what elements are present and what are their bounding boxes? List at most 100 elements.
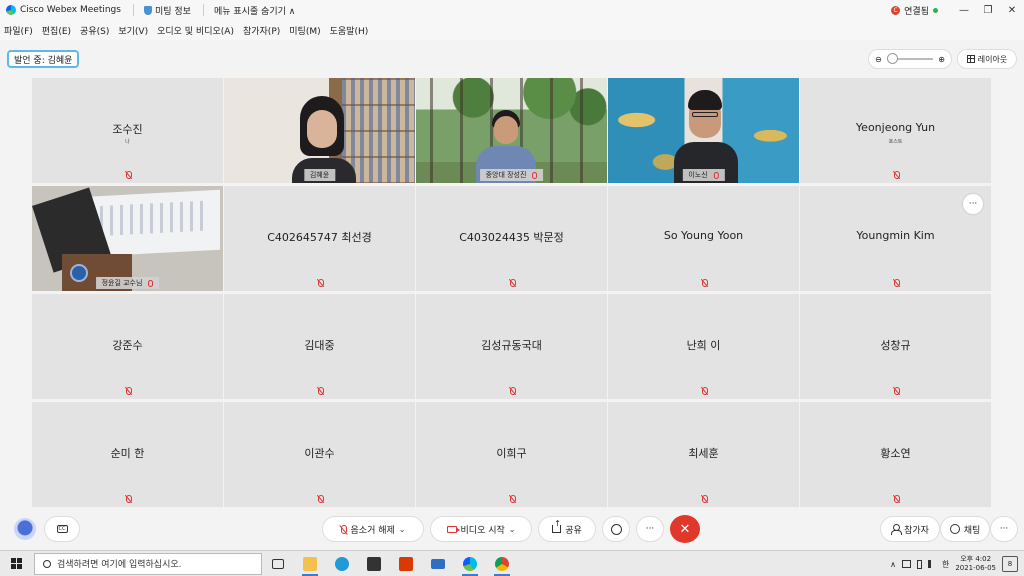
zoom-slider[interactable] — [886, 53, 934, 64]
participants-button[interactable]: 참가자 — [880, 516, 940, 542]
video-name-label: 중앙대 장성진 — [479, 169, 544, 181]
task-view-icon[interactable] — [262, 552, 294, 576]
search-placeholder: 검색하려면 여기에 입력하십시오. — [57, 560, 182, 570]
muted-mic-icon — [532, 171, 538, 179]
participant-tile[interactable]: So Young Yoon — [608, 186, 799, 291]
muted-mic-icon — [509, 495, 516, 503]
participant-tile[interactable]: 강준수 — [32, 294, 223, 399]
participant-tile[interactable]: 성창규 — [800, 294, 991, 399]
clock-time: 오후 4:02 — [960, 555, 992, 563]
video-participant-name: 중앙대 장성진 — [485, 171, 527, 179]
more-options-button[interactable]: ··· — [963, 194, 983, 214]
volume-icon[interactable] — [927, 560, 936, 568]
participant-tile[interactable]: 난희 이 — [608, 294, 799, 399]
minimize-button[interactable]: — — [952, 5, 976, 16]
participant-video-tile[interactable]: 정윤길 교수님 — [32, 186, 223, 291]
notification-center-icon[interactable]: 8 — [1002, 556, 1018, 572]
participant-tile[interactable]: C403024435 박문정 — [416, 186, 607, 291]
muted-mic-icon — [713, 171, 719, 179]
network-icon[interactable] — [901, 560, 911, 568]
muted-mic-icon — [125, 171, 132, 179]
chat-label: 채팅 — [963, 525, 981, 536]
participant-tile[interactable]: ··· Youngmin Kim — [800, 186, 991, 291]
unmute-button[interactable]: 음소거 해제 ⌄ — [322, 516, 424, 542]
video-name-label: 김혜윤 — [303, 169, 336, 181]
menu-participant[interactable]: 참가자(P) — [243, 24, 280, 37]
participant-video-tile[interactable]: 이노신 — [608, 78, 799, 183]
file-explorer-icon[interactable] — [294, 552, 326, 576]
menu-share[interactable]: 공유(S) — [80, 24, 109, 37]
participant-tile[interactable]: 김대중 — [224, 294, 415, 399]
participant-tile[interactable]: 이관수 — [224, 402, 415, 507]
participant-name: 성창규 — [880, 339, 911, 352]
chat-button[interactable]: 채팅 — [940, 516, 990, 542]
reactions-button[interactable] — [602, 516, 630, 542]
participant-name: C403024435 박문정 — [459, 231, 564, 244]
participant-name: 순미 한 — [110, 447, 145, 460]
webex-assistant-icon[interactable] — [14, 518, 36, 540]
participant-tile[interactable]: Yeonjeong Yun 호스트 — [800, 78, 991, 183]
close-window-button[interactable]: ✕ — [1000, 5, 1024, 16]
chevron-down-icon[interactable]: ⌄ — [509, 525, 516, 534]
taskbar-clock[interactable]: 오후 4:02 2021-06-05 — [955, 555, 996, 573]
webex-taskbar-icon[interactable] — [454, 552, 486, 576]
participant-tile[interactable]: 이희구 — [416, 402, 607, 507]
chrome-icon[interactable] — [486, 552, 518, 576]
office-icon[interactable] — [390, 552, 422, 576]
ime-indicator[interactable]: 한 — [942, 559, 949, 570]
store-icon[interactable] — [358, 552, 390, 576]
participant-tile[interactable]: 황소연 — [800, 402, 991, 507]
participant-tile[interactable]: 최세훈 — [608, 402, 799, 507]
zoom-control[interactable]: ⊖ ⊕ — [868, 49, 952, 69]
recording-icon: C — [891, 5, 901, 15]
mail-icon[interactable] — [422, 552, 454, 576]
menu-view[interactable]: 보기(V) — [118, 24, 148, 37]
person-icon — [891, 524, 903, 535]
start-video-button[interactable]: 비디오 시작 ⌄ — [430, 516, 532, 542]
menu-edit[interactable]: 편집(E) — [42, 24, 71, 37]
layout-button[interactable]: 레이아웃 — [957, 49, 1017, 69]
participant-tile[interactable]: C402645747 최선경 — [224, 186, 415, 291]
muted-mic-icon — [701, 279, 708, 287]
meeting-info-button[interactable]: 미팅 정보 — [143, 4, 191, 17]
panel-more-button[interactable]: ··· — [990, 516, 1018, 542]
menu-help[interactable]: 도움말(H) — [330, 24, 369, 37]
participant-tile[interactable]: 순미 한 — [32, 402, 223, 507]
edge-browser-icon[interactable] — [326, 552, 358, 576]
menu-audio-video[interactable]: 오디오 및 비디오(A) — [157, 24, 234, 37]
smiley-icon — [610, 523, 622, 535]
participant-tile[interactable]: 김성규동국대 — [416, 294, 607, 399]
participant-name: Yeonjeong Yun — [855, 121, 936, 134]
menu-file[interactable]: 파일(F) — [4, 24, 33, 37]
grid-layout-icon — [966, 55, 975, 63]
start-video-label: 비디오 시작 — [460, 525, 505, 536]
title-separator-2 — [202, 4, 204, 16]
menu-toggle-button[interactable]: 메뉴 표시줄 숨기기 ∧ — [214, 4, 295, 17]
participant-video-tile[interactable]: 김혜윤 — [224, 78, 415, 183]
zoom-out-icon[interactable]: ⊖ — [875, 55, 882, 64]
participant-role: 나 — [125, 139, 130, 145]
participant-video-tile[interactable]: 중앙대 장성진 — [416, 78, 607, 183]
leave-meeting-button[interactable]: ✕ — [670, 515, 700, 543]
menu-meeting[interactable]: 미팅(M) — [289, 24, 320, 37]
muted-mic-icon — [893, 171, 900, 179]
tray-overflow-icon[interactable]: ∧ — [890, 560, 896, 569]
windows-start-icon[interactable] — [11, 558, 22, 569]
layout-label: 레이아웃 — [977, 54, 1008, 64]
more-options-button[interactable]: ··· — [636, 516, 664, 542]
title-separator — [132, 4, 134, 16]
participant-name: 난희 이 — [686, 339, 721, 352]
meeting-info-label: 미팅 정보 — [154, 6, 191, 17]
participant-tile[interactable]: 조수진 나 — [32, 78, 223, 183]
muted-mic-icon — [893, 279, 900, 287]
taskbar-search[interactable]: 검색하려면 여기에 입력하십시오. — [34, 552, 262, 575]
muted-mic-icon — [701, 495, 708, 503]
share-button[interactable]: 공유 — [538, 516, 596, 542]
zoom-in-icon[interactable]: ⊕ — [938, 55, 945, 64]
chevron-down-icon[interactable]: ⌄ — [399, 525, 406, 534]
muted-mic-icon — [317, 387, 324, 395]
restore-button[interactable]: ❐ — [976, 5, 1000, 16]
zoom-slider-knob[interactable] — [886, 53, 898, 64]
battery-icon[interactable] — [916, 559, 922, 569]
closed-captions-button[interactable]: CC — [44, 516, 80, 542]
